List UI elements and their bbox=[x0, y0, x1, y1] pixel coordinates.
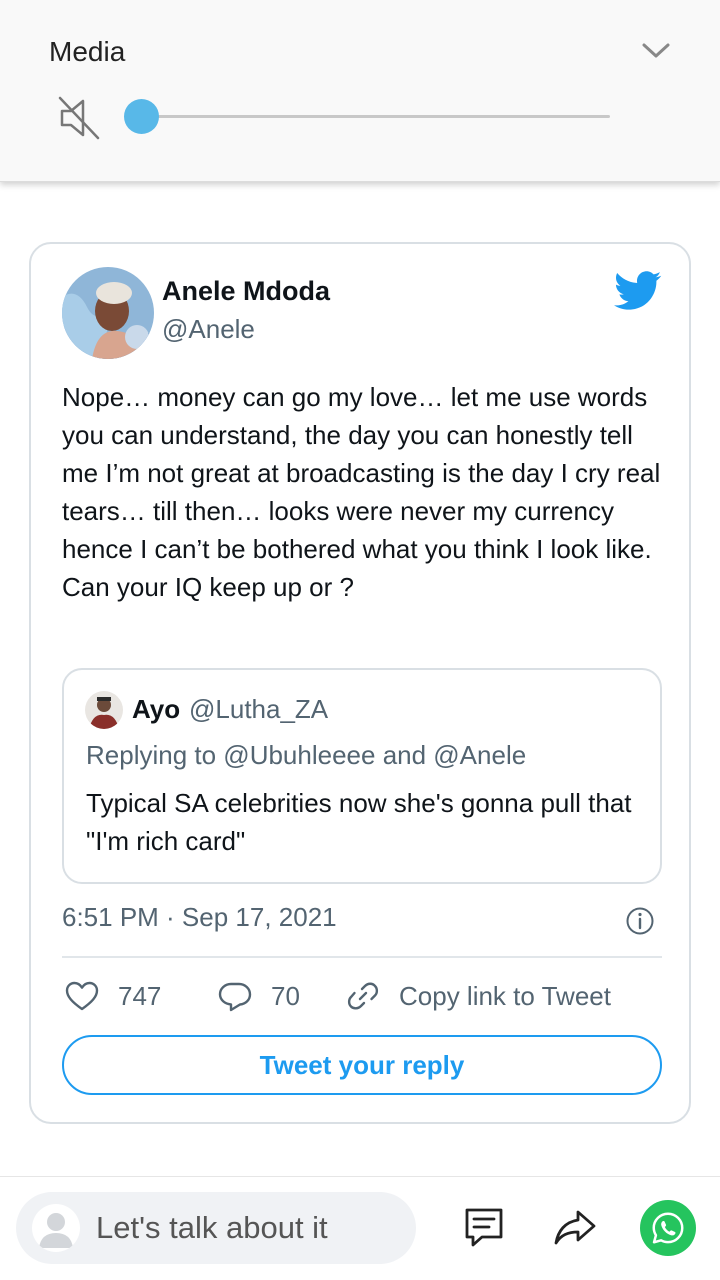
quoted-author-handle: @Lutha_ZA bbox=[189, 694, 329, 724]
media-volume-panel: Media bbox=[0, 0, 720, 182]
comments-icon[interactable] bbox=[461, 1204, 507, 1250]
twitter-bird-icon[interactable] bbox=[614, 271, 662, 311]
volume-slider-thumb[interactable] bbox=[124, 99, 159, 134]
chevron-down-icon[interactable] bbox=[638, 36, 674, 66]
reply-button[interactable]: 70 bbox=[217, 978, 300, 1014]
volume-slider-track[interactable] bbox=[142, 115, 610, 118]
reply-bubble-icon bbox=[218, 982, 252, 1012]
heart-icon bbox=[65, 981, 99, 1011]
quoted-author-name: Ayo bbox=[132, 694, 181, 724]
user-avatar-icon bbox=[32, 1204, 80, 1252]
author-handle[interactable]: @Anele bbox=[162, 314, 255, 345]
replying-to-text: Replying to @Ubuhleeee and @Anele bbox=[86, 740, 527, 770]
media-title: Media bbox=[49, 36, 126, 67]
copy-link-label: Copy link to Tweet bbox=[399, 980, 611, 1011]
volume-mute-icon[interactable] bbox=[56, 94, 104, 142]
like-button[interactable]: 747 bbox=[64, 978, 161, 1014]
like-count: 747 bbox=[118, 980, 162, 1011]
share-icon[interactable] bbox=[552, 1204, 598, 1250]
quoted-tweet-text: Typical SA celebrities now she's gonna p… bbox=[86, 788, 632, 856]
copy-link-button[interactable]: Copy link to Tweet bbox=[345, 978, 611, 1014]
bottom-divider bbox=[0, 1176, 720, 1177]
tweet-card[interactable]: Anele Mdoda @Anele Nope… money can go my… bbox=[29, 242, 691, 1124]
author-avatar[interactable] bbox=[62, 267, 154, 359]
whatsapp-icon bbox=[652, 1212, 684, 1244]
comment-input[interactable]: Let's talk about it bbox=[16, 1192, 416, 1264]
divider bbox=[62, 956, 662, 958]
tweet-timestamp[interactable]: 6:51 PM · Sep 17, 2021 bbox=[62, 902, 337, 933]
reply-count: 70 bbox=[271, 980, 300, 1011]
quoted-tweet[interactable]: Ayo @Lutha_ZA Replying to @Ubuhleeee and… bbox=[62, 668, 662, 884]
quoted-author-avatar[interactable] bbox=[85, 691, 123, 729]
link-icon bbox=[347, 982, 379, 1010]
tweet-your-reply-button[interactable]: Tweet your reply bbox=[62, 1035, 662, 1095]
tweet-text: Nope… money can go my love… let me use w… bbox=[62, 382, 661, 602]
comment-placeholder: Let's talk about it bbox=[96, 1210, 328, 1245]
whatsapp-share-button[interactable] bbox=[640, 1200, 696, 1256]
info-icon[interactable] bbox=[625, 906, 655, 936]
author-name[interactable]: Anele Mdoda bbox=[162, 276, 330, 307]
